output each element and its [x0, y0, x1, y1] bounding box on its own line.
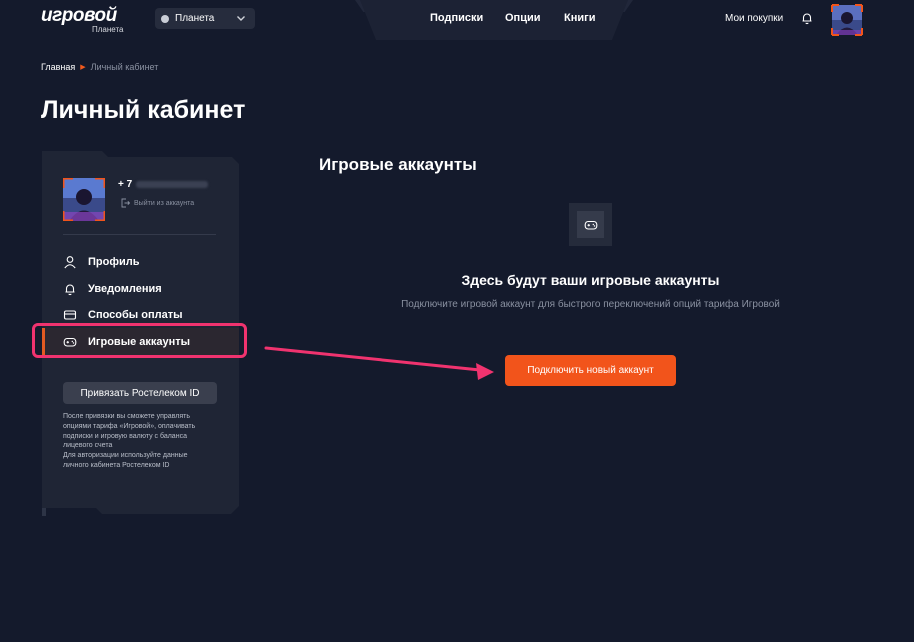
nav-link-subscriptions[interactable]: Подписки	[430, 12, 483, 24]
gamepad-icon	[584, 220, 597, 230]
breadcrumb-separator-icon: ▶	[80, 64, 86, 71]
logout-label: Выйти из аккаунта	[134, 199, 195, 207]
globe-icon	[161, 14, 169, 23]
nav-link-options[interactable]: Опции	[505, 12, 541, 24]
user-icon	[64, 256, 76, 269]
sidebar-item-label: Способы оплаты	[88, 309, 183, 321]
breadcrumb-home[interactable]: Главная	[41, 62, 75, 72]
city-select-value: Планета	[175, 13, 215, 24]
empty-state-title: Здесь будут ваши игровые аккаунты	[461, 272, 720, 288]
phone-prefix: + 7	[118, 179, 133, 190]
empty-state-description: Подключите игровой аккаунт для быстрого …	[401, 299, 780, 310]
city-select[interactable]: Планета	[155, 8, 255, 29]
annotation-highlight-box	[32, 323, 247, 358]
sidebar-item-label: Уведомления	[88, 283, 162, 295]
bell-icon[interactable]	[800, 11, 814, 25]
logout-link[interactable]: Выйти из аккаунта	[121, 198, 194, 208]
logout-icon	[121, 198, 130, 208]
empty-state-icon-tile	[577, 211, 604, 238]
phone-number-redacted	[136, 181, 209, 188]
sidebar-divider	[63, 234, 216, 235]
sidebar-item-payment-methods[interactable]: Способы оплаты	[63, 306, 183, 324]
bind-rostelecom-id-button[interactable]: Привязать Ростелеком ID	[63, 382, 217, 404]
credit-card-icon	[63, 310, 77, 320]
sidebar-item-label: Профиль	[88, 256, 140, 268]
top-header: игровой Планета Планета Подписки Опции К…	[0, 0, 914, 40]
user-avatar-icon[interactable]	[831, 4, 863, 36]
empty-state-icon-frame	[569, 203, 612, 246]
logo-subtitle: Планета	[92, 25, 124, 34]
page-title: Личный кабинет	[41, 96, 246, 124]
sidebar-item-profile[interactable]: Профиль	[63, 253, 139, 271]
nav-link-books[interactable]: Книги	[564, 12, 595, 24]
breadcrumb-current: Личный кабинет	[90, 62, 159, 72]
my-purchases-link[interactable]: Мои покупки	[725, 13, 783, 24]
breadcrumb: Главная ▶ Личный кабинет	[41, 62, 158, 72]
connect-new-account-button[interactable]: Подключить новый аккаунт	[505, 355, 676, 386]
section-title: Игровые аккаунты	[319, 155, 477, 174]
logo[interactable]: игровой Планета	[41, 5, 124, 35]
sidebar-item-notifications[interactable]: Уведомления	[63, 280, 162, 298]
logo-text: игровой	[41, 5, 117, 26]
bell-icon	[65, 284, 75, 296]
profile-avatar-icon	[63, 178, 105, 221]
bind-note: После привязки вы сможете управлять опци…	[63, 412, 213, 471]
chevron-down-icon	[237, 16, 245, 21]
bind-note-text: После привязки вы сможете управлять опци…	[63, 413, 196, 469]
user-phone: + 7	[118, 179, 209, 190]
